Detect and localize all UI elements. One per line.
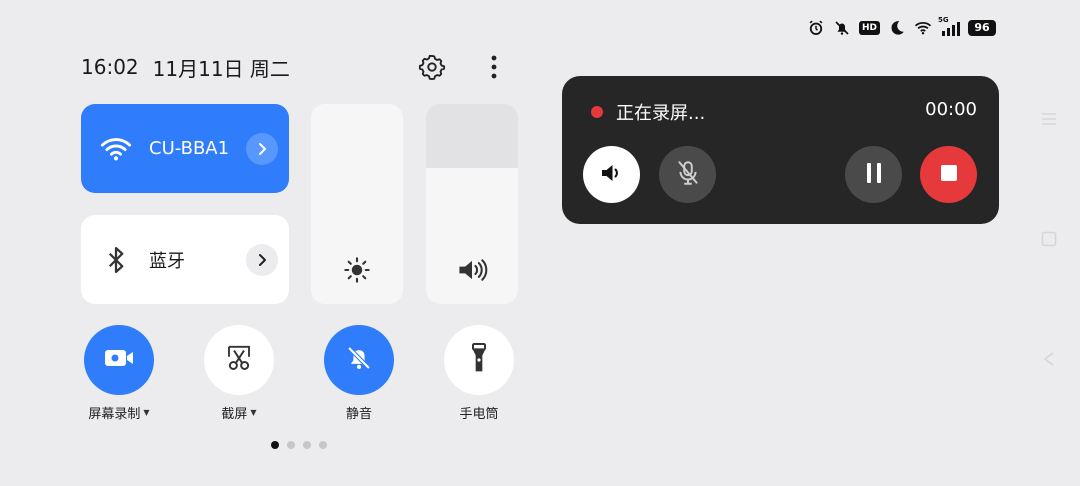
page-dot-2[interactable] bbox=[287, 441, 295, 449]
flashlight-label: 手电筒 bbox=[459, 407, 499, 422]
recording-status: 正在录屏... bbox=[616, 103, 706, 124]
mute-toggle[interactable] bbox=[324, 325, 394, 395]
bluetooth-icon bbox=[99, 243, 133, 277]
record-pause-button[interactable] bbox=[845, 146, 902, 203]
wifi-icon bbox=[99, 132, 133, 166]
speaker-icon bbox=[599, 161, 625, 189]
network-tag: 5G bbox=[938, 16, 949, 24]
wifi-tile[interactable]: CU-BBA1 bbox=[81, 104, 289, 193]
mute-toggle-group: 静音 bbox=[314, 325, 404, 422]
gear-icon[interactable] bbox=[417, 52, 447, 82]
bell-off-icon bbox=[833, 19, 851, 37]
screenshot-toggle-group: 截屏 ▼ bbox=[194, 325, 284, 422]
mute-label-row: 静音 bbox=[346, 403, 372, 422]
flashlight-icon bbox=[469, 342, 489, 378]
flashlight-toggle-group: 手电筒 bbox=[434, 325, 524, 422]
hd-icon: HD bbox=[858, 21, 880, 35]
screen-recording-panel: 正在录屏... 00:00 bbox=[562, 76, 999, 224]
page-dot-4[interactable] bbox=[319, 441, 327, 449]
record-mic-button[interactable] bbox=[659, 146, 716, 203]
flashlight-label-row: 手电筒 bbox=[459, 403, 498, 422]
screen-record-label-row[interactable]: 屏幕录制 ▼ bbox=[88, 403, 149, 422]
date: 11月11日 周二 bbox=[152, 56, 290, 81]
screen-record-toggle[interactable] bbox=[84, 325, 154, 395]
recording-indicator-dot bbox=[591, 106, 603, 118]
back-nav-icon[interactable] bbox=[1040, 350, 1058, 372]
home-nav-icon[interactable] bbox=[1040, 230, 1058, 252]
caret-down-icon: ▼ bbox=[250, 408, 257, 417]
screenshot-label-row[interactable]: 截屏 ▼ bbox=[221, 403, 256, 422]
screen-record-toggle-group: 屏幕录制 ▼ bbox=[74, 325, 164, 422]
chevron-right-icon[interactable] bbox=[246, 132, 278, 165]
bell-off-icon bbox=[345, 344, 373, 376]
caret-down-icon: ▼ bbox=[143, 408, 150, 417]
more-vertical-icon[interactable] bbox=[483, 52, 505, 82]
quick-settings-header: 16:02 11月11日 周二 bbox=[81, 52, 517, 82]
brightness-slider[interactable] bbox=[311, 104, 403, 304]
screenshot-toggle[interactable] bbox=[204, 325, 274, 395]
video-camera-icon bbox=[102, 347, 136, 373]
screen-record-label: 屏幕录制 bbox=[88, 407, 141, 422]
page-indicator bbox=[271, 441, 327, 449]
record-sound-button[interactable] bbox=[583, 146, 640, 203]
record-stop-button[interactable] bbox=[920, 146, 977, 203]
wifi-icon bbox=[914, 19, 932, 37]
battery-indicator: 96 bbox=[968, 20, 996, 36]
status-bar: HD 5G 96 bbox=[807, 16, 996, 39]
speaker-icon bbox=[426, 256, 518, 284]
page-dot-1[interactable] bbox=[271, 441, 279, 449]
screenshot-label: 截屏 bbox=[221, 407, 248, 422]
wifi-network-name: CU-BBA1 bbox=[149, 138, 230, 159]
mute-label: 静音 bbox=[345, 407, 372, 422]
alarm-icon bbox=[807, 19, 825, 37]
bluetooth-tile[interactable]: 蓝牙 bbox=[81, 215, 289, 304]
flashlight-toggle[interactable] bbox=[444, 325, 514, 395]
stop-icon bbox=[940, 164, 958, 186]
bluetooth-label: 蓝牙 bbox=[149, 250, 185, 272]
sun-icon bbox=[311, 256, 403, 284]
chevron-right-icon[interactable] bbox=[246, 243, 278, 276]
moon-icon bbox=[888, 19, 906, 37]
volume-slider[interactable] bbox=[426, 104, 518, 304]
pause-icon bbox=[865, 162, 883, 188]
recording-timer: 00:00 bbox=[925, 99, 977, 120]
signal-5g-icon: 5G bbox=[938, 16, 960, 36]
mic-off-icon bbox=[675, 159, 701, 191]
scissors-icon bbox=[224, 343, 254, 377]
menu-nav-icon[interactable] bbox=[1040, 110, 1058, 132]
clock: 16:02 bbox=[81, 55, 139, 79]
page-dot-3[interactable] bbox=[303, 441, 311, 449]
